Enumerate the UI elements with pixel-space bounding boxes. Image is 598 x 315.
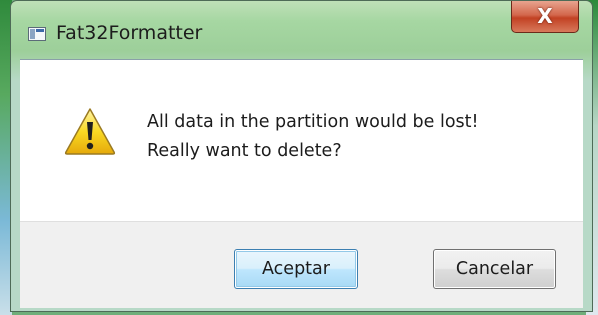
warning-icon <box>64 108 116 155</box>
dialog-window: Fat32Formatter X All data in the partiti… <box>10 0 593 312</box>
close-button[interactable]: X <box>511 1 579 33</box>
accept-button[interactable]: Aceptar <box>234 249 358 289</box>
dialog-content: All data in the partition would be lost!… <box>20 59 583 222</box>
window-title: Fat32Formatter <box>56 22 203 44</box>
cancel-button[interactable]: Cancelar <box>433 249 556 289</box>
message-line-2: Really want to delete? <box>147 141 342 161</box>
app-window-icon <box>28 27 46 41</box>
button-bar: Aceptar Cancelar <box>20 221 583 308</box>
title-bar[interactable]: Fat32Formatter X <box>11 1 592 59</box>
message-line-1: All data in the partition would be lost! <box>147 112 479 132</box>
close-icon: X <box>537 4 553 28</box>
message-text: All data in the partition would be lost!… <box>147 108 479 166</box>
